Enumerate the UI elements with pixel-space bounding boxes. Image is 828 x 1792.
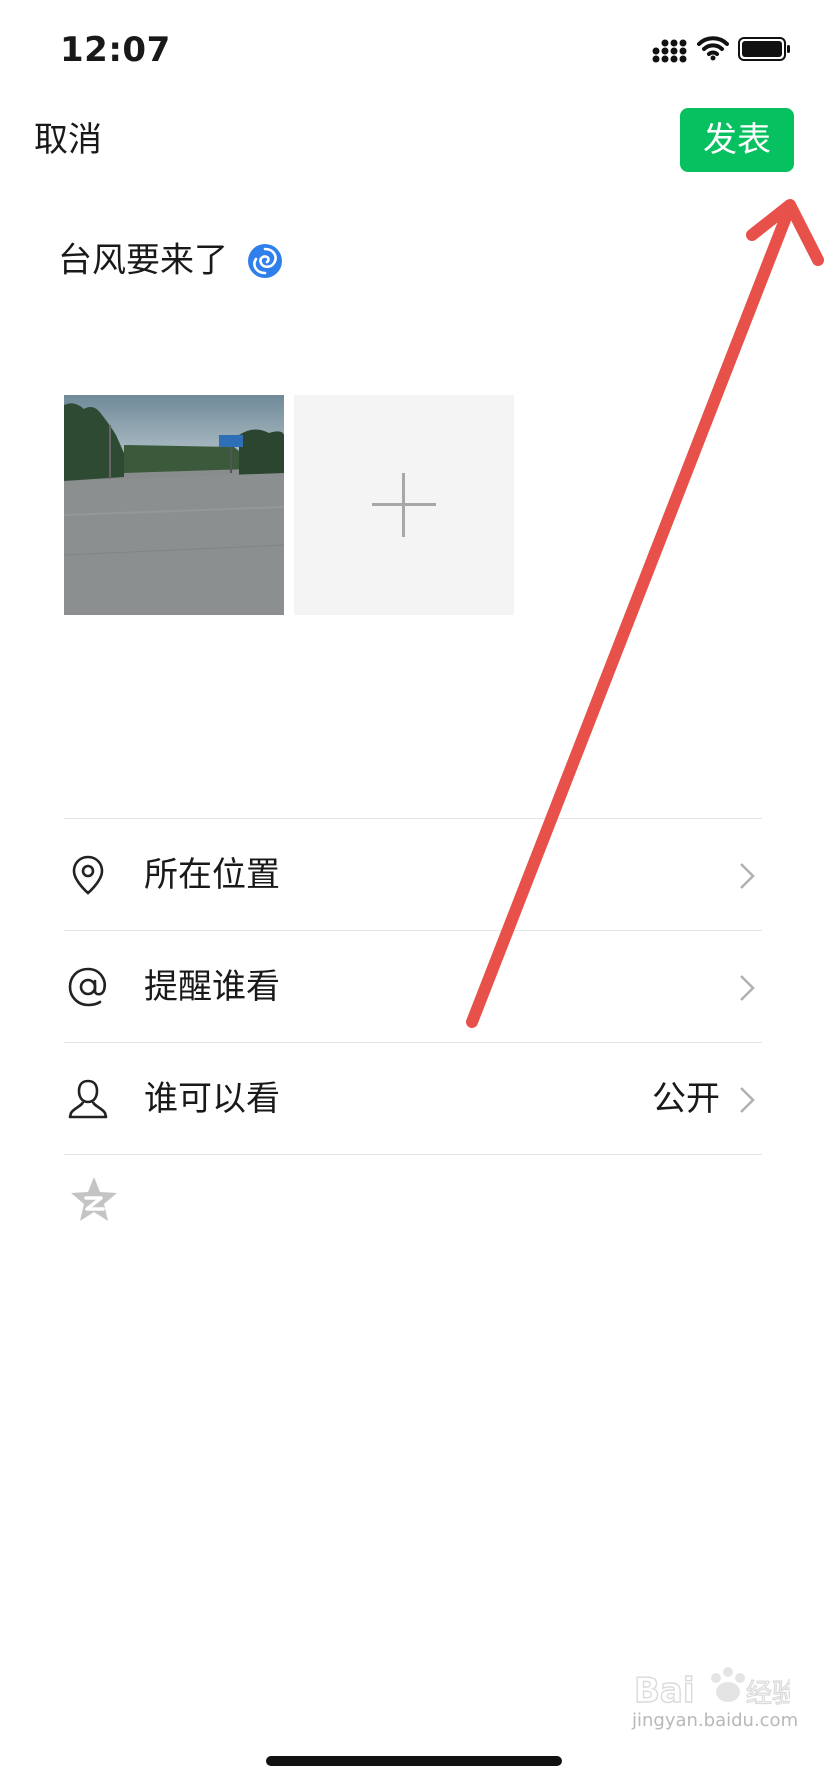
cancel-button[interactable]: 取消 — [34, 118, 102, 162]
visibility-label: 谁可以看 — [144, 1079, 280, 1119]
photo-thumbnail[interactable] — [64, 395, 284, 615]
road-photo-image — [64, 395, 284, 615]
at-icon — [68, 967, 106, 1007]
chevron-right-icon — [740, 863, 755, 889]
divider — [64, 930, 762, 931]
visibility-row[interactable]: 谁可以看 公开 — [64, 1044, 762, 1154]
person-icon — [68, 1079, 108, 1119]
visibility-value: 公开 — [652, 1079, 720, 1119]
wifi-icon — [697, 36, 729, 61]
location-label: 所在位置 — [144, 855, 280, 895]
location-pin-icon — [72, 855, 104, 895]
mention-row[interactable]: 提醒谁看 — [64, 932, 762, 1042]
publish-button[interactable]: 发表 — [680, 108, 794, 172]
chevron-right-icon — [740, 1087, 755, 1113]
location-row[interactable]: 所在位置 — [64, 820, 762, 930]
status-time: 12:07 — [60, 30, 171, 70]
home-indicator — [266, 1756, 562, 1766]
post-text: 台风要来了 — [58, 240, 228, 281]
qzone-star-icon[interactable] — [68, 1174, 120, 1226]
mention-label: 提醒谁看 — [144, 967, 280, 1007]
divider — [64, 1042, 762, 1043]
add-photo-button[interactable] — [294, 395, 514, 615]
cyclone-icon — [247, 243, 282, 278]
post-text-input[interactable]: 台风要来了 — [58, 236, 283, 284]
cellular-signal-icon — [652, 39, 687, 63]
svg-text:经验: 经验 — [746, 1679, 790, 1709]
watermark-url: jingyan.baidu.com — [632, 1710, 799, 1731]
divider — [64, 1154, 762, 1155]
svg-text:Bai: Bai — [634, 1671, 695, 1711]
divider — [64, 818, 762, 819]
chevron-right-icon — [740, 975, 755, 1001]
battery-icon — [738, 37, 790, 61]
plus-icon-vertical — [402, 473, 405, 537]
